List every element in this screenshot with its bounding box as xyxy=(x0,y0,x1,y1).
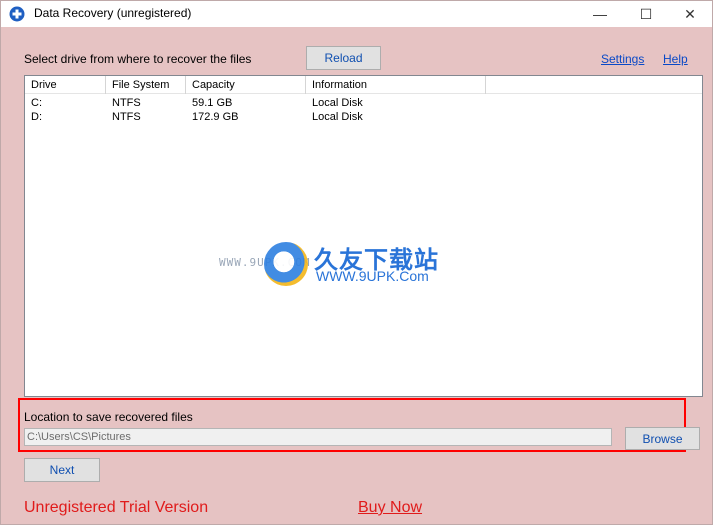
drive-row[interactable]: D: NTFS 172.9 GB Local Disk xyxy=(25,110,702,124)
select-drive-label: Select drive from where to recover the f… xyxy=(24,52,252,66)
column-header-drive[interactable]: Drive xyxy=(25,76,106,94)
help-link[interactable]: Help xyxy=(663,52,688,66)
file-system-cell: NTFS xyxy=(112,97,141,109)
drive-cell: D: xyxy=(31,111,42,123)
trial-version-text: Unregistered Trial Version xyxy=(24,499,209,516)
maximize-button[interactable]: ☐ xyxy=(623,1,669,27)
minimize-button[interactable]: — xyxy=(577,1,623,27)
information-cell: Local Disk xyxy=(312,111,363,123)
drive-row[interactable]: C: NTFS 59.1 GB Local Disk xyxy=(25,96,702,110)
reload-button[interactable]: Reload xyxy=(306,46,381,70)
save-location-label: Location to save recovered files xyxy=(24,410,193,424)
column-header-capacity[interactable]: Capacity xyxy=(186,76,306,94)
next-button[interactable]: Next xyxy=(24,458,100,482)
information-cell: Local Disk xyxy=(312,97,363,109)
column-header-file-system[interactable]: File System xyxy=(106,76,186,94)
save-path-field[interactable] xyxy=(24,428,612,446)
column-header-information[interactable]: Information xyxy=(306,76,486,94)
drive-list[interactable]: Drive File System Capacity Information C… xyxy=(24,75,703,397)
app-window: Data Recovery (unregistered) — ☐ ✕ Selec… xyxy=(0,0,713,525)
window-title: Data Recovery (unregistered) xyxy=(34,6,192,20)
drive-cell: C: xyxy=(31,97,42,109)
app-plus-icon xyxy=(9,6,25,22)
capacity-cell: 172.9 GB xyxy=(192,111,239,123)
capacity-cell: 59.1 GB xyxy=(192,97,233,109)
close-button[interactable]: ✕ xyxy=(667,1,713,27)
file-system-cell: NTFS xyxy=(112,111,141,123)
browse-button[interactable]: Browse xyxy=(625,427,700,450)
settings-link[interactable]: Settings xyxy=(601,52,644,66)
buy-now-link[interactable]: Buy Now xyxy=(358,499,422,517)
drive-list-header: Drive File System Capacity Information xyxy=(25,76,702,94)
title-bar[interactable]: Data Recovery (unregistered) — ☐ ✕ xyxy=(1,1,712,27)
